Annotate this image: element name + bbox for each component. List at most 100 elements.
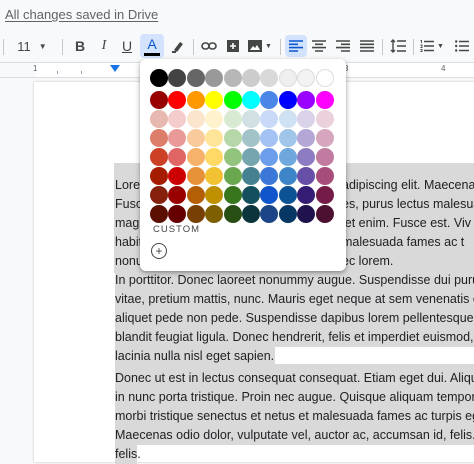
insert-link-button[interactable] [199,32,219,60]
align-right-button[interactable] [332,32,354,60]
insert-image-button[interactable]: ▼ [246,32,274,60]
color-swatch[interactable] [186,69,205,87]
color-swatch[interactable] [278,69,297,87]
color-swatch[interactable] [242,186,260,204]
numbered-list-button[interactable]: ▼ [418,32,446,60]
color-swatch[interactable] [168,110,187,128]
color-swatch[interactable] [168,69,187,87]
color-swatch[interactable] [205,69,224,87]
color-swatch[interactable] [205,205,224,223]
color-swatch[interactable] [168,186,187,204]
color-swatch[interactable] [223,148,242,166]
color-swatch[interactable] [186,148,205,166]
bold-button[interactable]: B [70,32,90,60]
color-swatch[interactable] [315,69,334,87]
save-status-link[interactable]: All changes saved in Drive [5,7,158,22]
color-swatch[interactable] [242,148,260,166]
indent-marker-icon[interactable] [110,65,120,72]
color-swatch[interactable] [260,148,279,166]
color-swatch[interactable] [315,91,334,109]
color-swatch[interactable] [186,129,205,147]
align-center-button[interactable] [308,32,330,60]
color-swatch[interactable] [260,186,279,204]
color-swatch[interactable] [223,186,242,204]
color-swatch[interactable] [168,167,187,185]
color-swatch[interactable] [223,69,242,87]
underline-button[interactable]: U [117,32,137,60]
color-swatch[interactable] [297,167,316,185]
color-swatch[interactable] [150,205,168,223]
color-swatch[interactable] [242,110,260,128]
color-swatch[interactable] [168,148,187,166]
color-swatch[interactable] [260,110,279,128]
color-swatch[interactable] [278,129,297,147]
color-swatch[interactable] [260,129,279,147]
color-swatch[interactable] [168,129,187,147]
color-swatch[interactable] [223,205,242,223]
color-swatch[interactable] [260,167,279,185]
color-swatch[interactable] [315,110,334,128]
color-swatch[interactable] [278,205,297,223]
color-swatch[interactable] [150,69,168,87]
color-swatch[interactable] [297,186,316,204]
add-custom-color-icon[interactable]: + [151,243,167,259]
text-color-button[interactable]: A [140,34,164,58]
highlight-color-button[interactable] [168,32,188,60]
color-swatch[interactable] [315,148,334,166]
color-swatch[interactable] [205,110,224,128]
color-swatch[interactable] [223,167,242,185]
color-swatch[interactable] [150,167,168,185]
color-swatch[interactable] [242,167,260,185]
italic-button[interactable]: I [94,32,114,60]
color-swatch[interactable] [223,110,242,128]
color-swatch[interactable] [205,148,224,166]
color-swatch[interactable] [242,91,260,109]
color-swatch[interactable] [315,129,334,147]
color-swatch[interactable] [315,167,334,185]
color-swatch[interactable] [297,91,316,109]
color-swatch[interactable] [150,110,168,128]
color-swatch[interactable] [150,91,168,109]
color-swatch[interactable] [168,205,187,223]
color-swatch[interactable] [223,91,242,109]
line-spacing-button[interactable] [387,32,409,60]
color-swatch[interactable] [297,69,316,87]
color-swatch[interactable] [205,167,224,185]
color-swatch[interactable] [260,205,279,223]
color-swatch[interactable] [242,205,260,223]
color-swatch[interactable] [205,129,224,147]
color-swatch[interactable] [150,148,168,166]
color-swatch[interactable] [150,129,168,147]
color-swatch[interactable] [186,167,205,185]
color-swatch[interactable] [260,69,279,87]
justify-button[interactable] [356,32,378,60]
color-swatch[interactable] [297,205,316,223]
add-comment-button[interactable] [223,32,243,60]
bulleted-list-button[interactable] [450,32,474,60]
color-swatch[interactable] [278,167,297,185]
color-swatch[interactable] [186,91,205,109]
color-swatch[interactable] [297,148,316,166]
color-swatch[interactable] [315,205,334,223]
color-swatch[interactable] [205,91,224,109]
color-swatch[interactable] [278,91,297,109]
color-swatch[interactable] [168,91,187,109]
color-swatch[interactable] [278,186,297,204]
color-swatch[interactable] [278,110,297,128]
color-swatch[interactable] [278,148,297,166]
color-swatch[interactable] [242,129,260,147]
color-swatch[interactable] [186,205,205,223]
color-swatch[interactable] [150,186,168,204]
align-left-button[interactable] [285,35,307,57]
color-swatch[interactable] [186,186,205,204]
color-swatch[interactable] [260,91,279,109]
font-size-dropdown[interactable]: 11 ▼ [10,32,54,60]
color-swatch[interactable] [297,110,316,128]
color-swatch[interactable] [223,129,242,147]
toolbar-divider [62,39,63,55]
color-swatch[interactable] [186,110,205,128]
color-swatch[interactable] [242,69,260,87]
color-swatch[interactable] [315,186,334,204]
color-swatch[interactable] [205,186,224,204]
color-swatch[interactable] [297,129,316,147]
